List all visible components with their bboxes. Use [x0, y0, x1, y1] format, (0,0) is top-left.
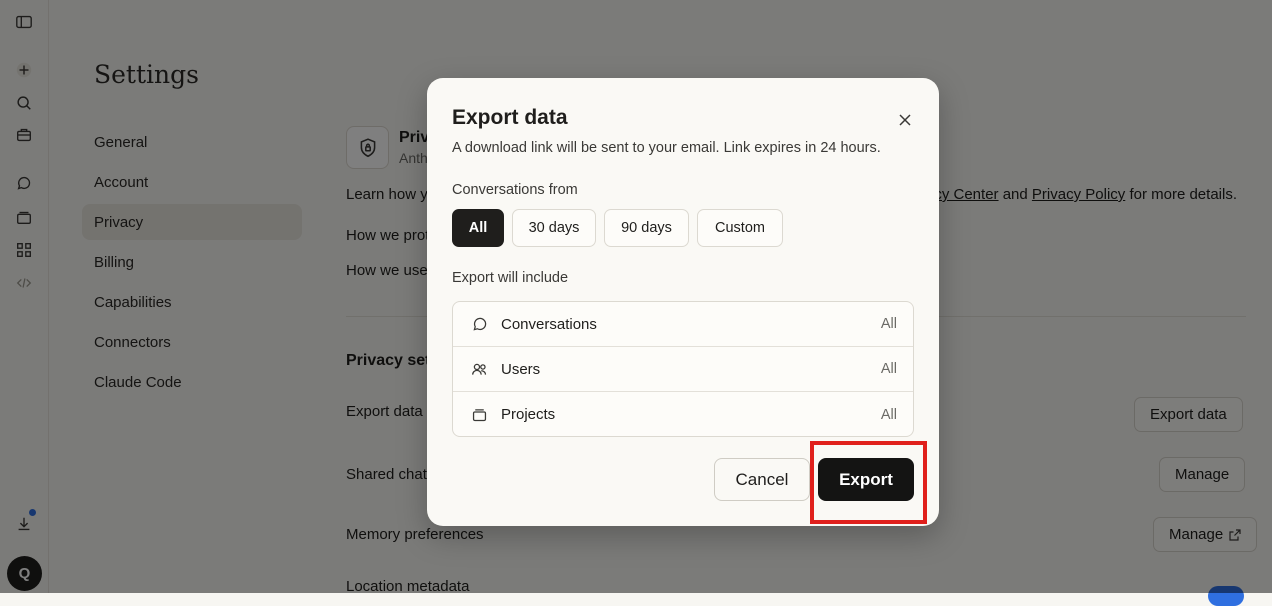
range-all-button[interactable]: All	[452, 209, 504, 247]
include-name: Conversations	[501, 315, 597, 333]
list-item: Conversations All	[453, 302, 913, 347]
modal-title: Export data	[452, 106, 568, 129]
highlight-box	[810, 441, 927, 524]
list-item: Projects All	[453, 392, 913, 436]
include-name: Projects	[501, 406, 556, 423]
projects-icon	[470, 406, 488, 424]
include-list: Conversations All Users All Projects All	[452, 301, 914, 437]
include-name: Users	[501, 360, 541, 378]
range-custom-button[interactable]: Custom	[697, 209, 783, 247]
include-value: All	[880, 316, 897, 332]
conversations-from-label: Conversations from	[452, 182, 578, 198]
include-value: All	[880, 406, 897, 423]
modal-subtitle: A download link will be sent to your ema…	[452, 140, 881, 156]
list-item: Users All	[453, 347, 913, 392]
range-90-days-button[interactable]: 90 days	[604, 209, 689, 247]
users-icon	[470, 360, 488, 378]
include-value: All	[880, 361, 897, 377]
range-30-days-button[interactable]: 30 days	[512, 209, 596, 247]
export-include-label: Export will include	[452, 270, 569, 286]
chat-bubble-icon	[470, 315, 488, 333]
close-icon[interactable]	[894, 109, 916, 131]
cancel-button[interactable]: Cancel	[714, 458, 810, 501]
